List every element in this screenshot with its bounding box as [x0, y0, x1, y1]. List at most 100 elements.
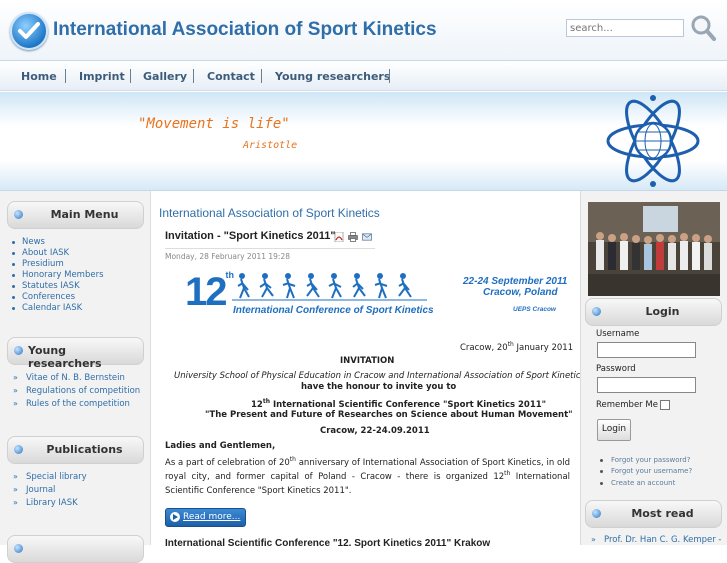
bullet-icon — [14, 544, 23, 553]
atom-logo-icon — [606, 95, 700, 187]
remember-me-checkbox[interactable] — [660, 400, 670, 410]
runners-illustration — [232, 273, 427, 301]
bullet-dot-icon — [600, 482, 603, 485]
password-field[interactable] — [597, 377, 696, 393]
link-special-library[interactable]: » Special library — [13, 472, 87, 482]
article-body: As a part of celebration of 20th anniver… — [165, 456, 570, 498]
read-more-button[interactable]: Read more... — [165, 508, 246, 527]
link-label[interactable]: Library IASK — [26, 498, 78, 508]
link-label[interactable]: Journal — [26, 485, 55, 495]
nav-separator — [193, 69, 194, 83]
print-icon[interactable] — [348, 232, 358, 242]
bullet-dot-icon — [12, 274, 15, 277]
bullet-dot-icon — [12, 285, 15, 288]
menu-item-presidium[interactable]: Presidium — [12, 259, 64, 269]
forgot-password-link[interactable]: Forgot your password? — [600, 456, 690, 464]
invitation-line-5: Cracow, 22-24.09.2011 — [320, 426, 430, 436]
nav-imprint[interactable]: Imprint — [79, 70, 125, 83]
read-more-label[interactable]: Read more... — [183, 512, 240, 522]
nav-separator — [65, 69, 66, 83]
body-a: As a part of celebration of 20 — [165, 458, 290, 468]
link-journal[interactable]: » Journal — [13, 485, 55, 495]
menu-item-label[interactable]: Statutes IASK — [22, 281, 80, 291]
forgot-username-link[interactable]: Forgot your username? — [600, 467, 692, 475]
password-label: Password — [596, 364, 636, 374]
menu-item-about[interactable]: About IASK — [12, 248, 69, 258]
menu-item-label[interactable]: Presidium — [22, 259, 64, 269]
nav-contact[interactable]: Contact — [207, 70, 255, 83]
email-icon[interactable] — [362, 232, 372, 242]
link-label[interactable]: Special library — [26, 472, 87, 482]
banner-quote-author: Aristotle — [243, 140, 298, 151]
invitation-line-1: University School of Physical Education … — [174, 371, 585, 381]
conference-organizer: UEPS Cracow — [513, 306, 556, 313]
menu-item-statutes[interactable]: Statutes IASK — [12, 281, 80, 291]
link-label[interactable]: Create an account — [611, 479, 675, 487]
link-label[interactable]: Forgot your password? — [611, 456, 690, 464]
menu-item-label[interactable]: About IASK — [22, 248, 69, 258]
menu-item-news[interactable]: News — [12, 237, 45, 247]
search-icon[interactable] — [690, 14, 716, 42]
banner-quote: "Movement is life" — [138, 116, 290, 132]
place-date-b: January 2011 — [513, 342, 574, 353]
article-title[interactable]: Invitation - "Sport Kinetics 2011" — [165, 230, 336, 242]
bullet-dot-icon — [600, 459, 603, 462]
nav-home[interactable]: Home — [21, 70, 57, 83]
menu-item-label[interactable]: News — [22, 237, 45, 247]
link-rules[interactable]: » Rules of the competition — [13, 399, 130, 409]
site-logo[interactable] — [10, 12, 48, 50]
link-vitae-bernstein[interactable]: » Vitae of N. B. Bernstein — [13, 373, 125, 383]
link-label[interactable]: Prof. Dr. Han C. G. Kemper - — [604, 535, 722, 545]
invitation-heading: INVITATION — [340, 356, 395, 366]
double-chevron-icon: » — [13, 485, 18, 494]
login-button[interactable]: Login — [597, 419, 631, 441]
menu-item-label[interactable]: Honorary Members — [22, 270, 104, 280]
place-date-a: Cracow, 20 — [460, 342, 508, 353]
module-title: Login — [645, 305, 680, 318]
nav-separator — [261, 69, 262, 83]
invitation-line-2: have the honour to invite you to — [301, 382, 457, 392]
young-researchers-header: Young researchers — [7, 337, 144, 370]
username-label: Username — [596, 329, 640, 339]
conference-dates: 22-24 September 2011 — [463, 276, 568, 287]
link-regulations[interactable]: » Regulations of competition — [13, 386, 140, 396]
username-field[interactable] — [597, 342, 696, 358]
link-label[interactable]: Forgot your username? — [611, 467, 692, 475]
module-title: Most read — [631, 507, 694, 520]
menu-item-honorary[interactable]: Honorary Members — [12, 270, 104, 280]
double-chevron-icon: » — [13, 373, 18, 382]
menu-item-conferences[interactable]: Conferences — [12, 292, 75, 302]
login-header: Login — [585, 298, 722, 326]
line3-a: 12 — [251, 399, 263, 410]
bullet-dot-icon — [12, 296, 15, 299]
article-date: Monday, 28 February 2011 19:28 — [165, 252, 291, 261]
bullet-icon — [14, 210, 23, 219]
most-read-header: Most read — [585, 500, 722, 528]
bullet-dot-icon — [12, 241, 15, 244]
link-label[interactable]: Regulations of competition — [26, 386, 140, 396]
nav-young-researchers[interactable]: Young researchers — [275, 70, 390, 83]
menu-item-calendar[interactable]: Calendar IASK — [12, 303, 82, 313]
remember-me-label: Remember Me — [596, 400, 658, 410]
link-label[interactable]: Vitae of N. B. Bernstein — [26, 373, 125, 383]
menu-item-label[interactable]: Calendar IASK — [22, 303, 82, 313]
double-chevron-icon: » — [13, 472, 18, 481]
bullet-icon — [14, 445, 23, 454]
create-account-link[interactable]: Create an account — [600, 479, 675, 487]
most-read-item[interactable]: » Prof. Dr. Han C. G. Kemper - — [591, 535, 722, 545]
nav-gallery[interactable]: Gallery — [143, 70, 187, 83]
greeting: Ladies and Gentlemen, — [165, 441, 276, 451]
top-navigation: Home Imprint Gallery Contact Young resea… — [0, 62, 727, 91]
publications-header: Publications — [7, 436, 144, 464]
site-title[interactable]: International Association of Sport Kinet… — [53, 19, 437, 41]
divider — [165, 248, 375, 249]
link-label[interactable]: Rules of the competition — [26, 399, 130, 409]
pdf-icon[interactable] — [334, 232, 344, 242]
bullet-dot-icon — [12, 307, 15, 310]
search-input[interactable] — [566, 19, 684, 37]
link-library-iask[interactable]: » Library IASK — [13, 498, 78, 508]
bullet-icon — [14, 346, 23, 355]
bullet-dot-icon — [12, 252, 15, 255]
next-article-title[interactable]: International Scientific Conference "12.… — [165, 538, 490, 549]
menu-item-label[interactable]: Conferences — [22, 292, 75, 302]
